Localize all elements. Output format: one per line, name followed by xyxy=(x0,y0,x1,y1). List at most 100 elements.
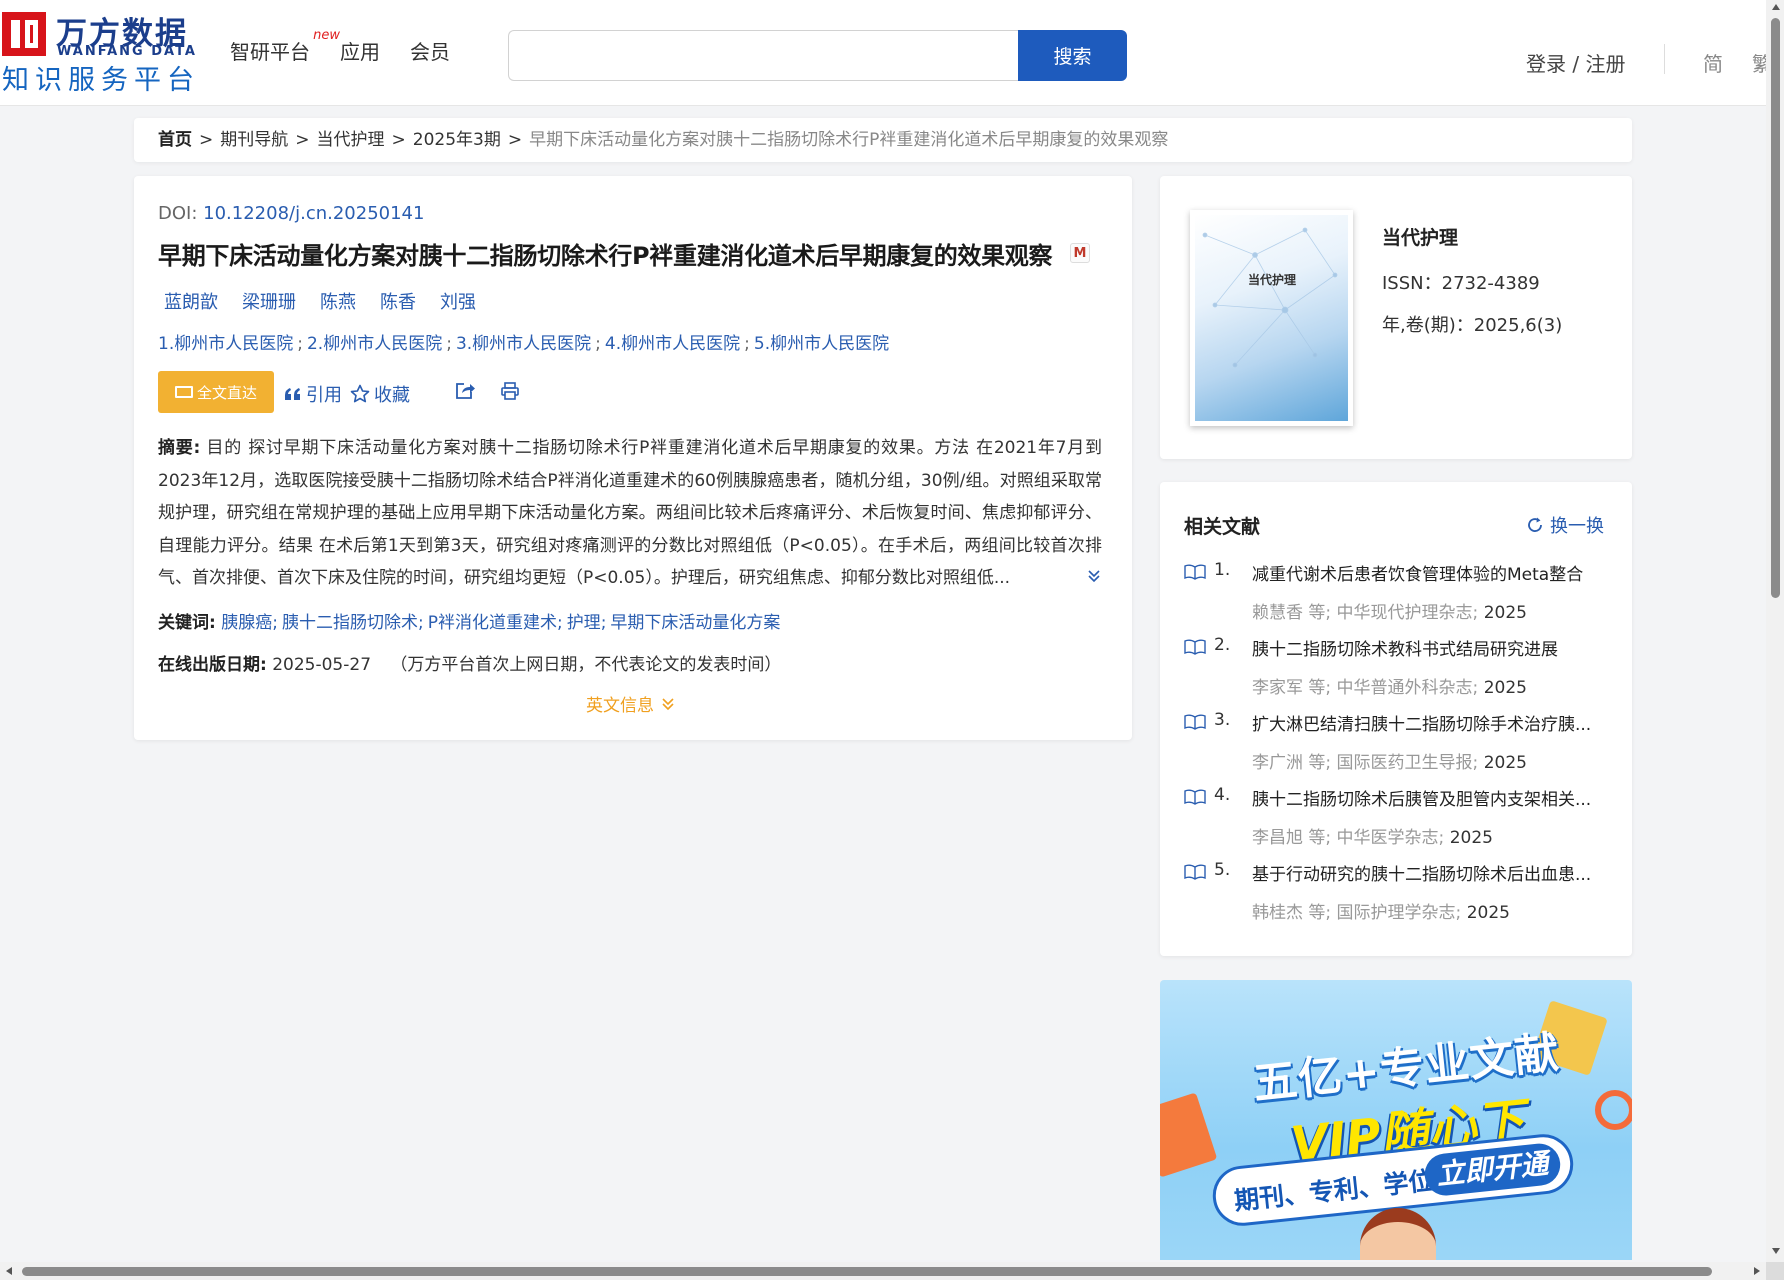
cite-label: 引用 xyxy=(306,385,342,406)
affiliation-link[interactable]: 1.柳州市人民医院 xyxy=(158,334,293,354)
journal-name-link[interactable]: 当代护理 xyxy=(1382,223,1458,250)
nav-apps[interactable]: 应用 xyxy=(340,36,380,65)
related-title-link[interactable]: 基于行动研究的胰十二指肠切除术后出血患... xyxy=(1252,860,1608,885)
related-title-link[interactable]: 胰十二指肠切除术教科书式结局研究进展 xyxy=(1252,635,1608,660)
open-book-icon xyxy=(1184,639,1206,655)
online-publish-date: 在线出版日期: 2025-05-27 （万方平台首次上网日期，不代表论文的发表时… xyxy=(158,650,781,675)
author-link[interactable]: 陈燕 xyxy=(320,288,356,314)
expand-abstract-button[interactable] xyxy=(1086,568,1102,586)
scroll-left-arrow-icon[interactable] xyxy=(6,1267,12,1275)
breadcrumb-home[interactable]: 首页 xyxy=(158,130,192,150)
logo-english: WANFANG DATA xyxy=(57,44,197,59)
related-meta: 李家军 等; 中华普通外科杂志; 2025 xyxy=(1252,673,1527,698)
vip-ad-banner[interactable]: 五亿+专业文献 VIP随心下 期刊、专利、学位 立即开通 xyxy=(1160,980,1632,1260)
wanfang-logo[interactable]: 万方数据 WANFANG DATA 知识服务平台 xyxy=(0,8,200,98)
author-link[interactable]: 刘强 xyxy=(440,288,476,314)
english-info-label: 英文信息 xyxy=(586,696,654,716)
keyword-link[interactable]: 早期下床活动量化方案 xyxy=(610,613,780,633)
journal-cover[interactable]: 当代护理 xyxy=(1190,210,1353,426)
login-register-link[interactable]: 登录 / 注册 xyxy=(1526,48,1625,77)
lang-traditional[interactable]: 繁 xyxy=(1752,48,1766,77)
affiliation-link[interactable]: 5.柳州市人民医院 xyxy=(754,334,889,354)
scroll-up-arrow-icon[interactable] xyxy=(1772,4,1780,10)
author-link[interactable]: 蓝朗歆 xyxy=(164,288,218,314)
network-pattern-icon xyxy=(1202,227,1338,368)
related-title-link[interactable]: 减重代谢术后患者饮食管理体验的Meta整合 xyxy=(1252,560,1608,585)
scrollbar-corner xyxy=(1766,1262,1784,1280)
related-journal[interactable]: 中华现代护理杂志 xyxy=(1337,603,1473,623)
keyword-link[interactable]: 护理 xyxy=(567,613,601,633)
double-chevron-down-icon xyxy=(662,697,674,710)
search-button[interactable]: 搜索 xyxy=(1018,30,1127,81)
keyword-list: 关键词: 胰腺癌; 胰十二指肠切除术; P袢消化道重建术; 护理; 早期下床活动量化方案 xyxy=(158,608,780,633)
related-journal[interactable]: 国际护理学杂志 xyxy=(1337,903,1456,923)
lang-simplified[interactable]: 简 xyxy=(1703,48,1723,77)
breadcrumb-separator: > xyxy=(199,130,214,150)
print-button[interactable] xyxy=(500,381,520,401)
fulltext-icon xyxy=(174,386,193,398)
keyword-separator: ; xyxy=(417,613,424,633)
affiliation-link[interactable]: 4.柳州市人民医院 xyxy=(605,334,740,354)
related-etal: 等; xyxy=(1308,903,1332,923)
related-title-link[interactable]: 胰十二指肠切除术后胰管及胆管内支架相关... xyxy=(1252,785,1608,810)
scroll-right-arrow-icon[interactable] xyxy=(1754,1267,1760,1275)
related-number: 4. xyxy=(1214,785,1231,805)
scroll-down-arrow-icon[interactable] xyxy=(1772,1248,1780,1254)
author-link[interactable]: 梁珊珊 xyxy=(242,288,296,314)
vertical-scroll-thumb[interactable] xyxy=(1771,18,1780,598)
pubdate-label: 在线出版日期: xyxy=(158,655,267,675)
related-author[interactable]: 韩桂杰 xyxy=(1252,903,1303,923)
related-item: 3. 扩大淋巴结清扫胰十二指肠切除手术治疗胰... 李广洲 等; 国际医药卫生导… xyxy=(1184,710,1608,785)
share-button[interactable] xyxy=(454,381,476,401)
metadata-m-icon[interactable]: M xyxy=(1070,243,1090,263)
keyword-link[interactable]: 胰十二指肠切除术 xyxy=(282,613,418,633)
related-meta: 韩桂杰 等; 国际护理学杂志; 2025 xyxy=(1252,898,1510,923)
open-book-icon xyxy=(1184,864,1206,880)
affiliation-link[interactable]: 3.柳州市人民医院 xyxy=(456,334,591,354)
refresh-button[interactable]: 换一换 xyxy=(1526,512,1604,538)
breadcrumb-journal[interactable]: 当代护理 xyxy=(317,130,385,150)
nav-zhiyan-platform[interactable]: 智研平台 new xyxy=(230,28,340,65)
favorite-label: 收藏 xyxy=(374,385,410,406)
affiliation-link[interactable]: 2.柳州市人民医院 xyxy=(307,334,442,354)
horizontal-scroll-thumb[interactable] xyxy=(22,1267,1712,1276)
related-journal[interactable]: 中华普通外科杂志 xyxy=(1337,678,1473,698)
refresh-label: 换一换 xyxy=(1550,516,1604,537)
pubdate-note: （万方平台首次上网日期，不代表论文的发表时间） xyxy=(390,655,782,675)
related-title-link[interactable]: 扩大淋巴结清扫胰十二指肠切除手术治疗胰... xyxy=(1252,710,1608,735)
share-icon xyxy=(456,383,475,399)
related-author[interactable]: 李家军 xyxy=(1252,678,1303,698)
affiliation-separator: ; xyxy=(744,334,750,354)
favorite-button[interactable]: 收藏 xyxy=(350,381,410,407)
related-author[interactable]: 赖慧香 xyxy=(1252,603,1303,623)
vertical-scrollbar[interactable] xyxy=(1766,0,1784,1262)
related-author[interactable]: 李昌旭 xyxy=(1252,828,1303,848)
paper-decoration-icon xyxy=(1160,1092,1218,1178)
related-etal: 等; xyxy=(1308,753,1332,773)
keyword-link[interactable]: 胰腺癌 xyxy=(221,613,272,633)
related-journal[interactable]: 中华医学杂志 xyxy=(1337,828,1439,848)
horizontal-scrollbar[interactable] xyxy=(0,1262,1766,1280)
related-journal[interactable]: 国际医药卫生导报 xyxy=(1337,753,1473,773)
search-input[interactable] xyxy=(508,30,1018,81)
breadcrumb-issue[interactable]: 2025年3期 xyxy=(413,130,501,150)
fulltext-button[interactable]: 全文直达 xyxy=(158,371,274,413)
author-link[interactable]: 陈香 xyxy=(380,288,416,314)
nav-membership[interactable]: 会员 xyxy=(410,36,450,65)
english-info-toggle[interactable]: 英文信息 xyxy=(586,691,676,716)
breadcrumb: 首页 > 期刊导航 > 当代护理 >2025年3期 > 早期下床活动量化方案对胰十二指肠切除术… xyxy=(134,118,1632,162)
related-number: 1. xyxy=(1214,560,1231,580)
keyword-link[interactable]: P袢消化道重建术 xyxy=(428,613,557,633)
cite-button[interactable]: 引用 xyxy=(284,381,342,407)
breadcrumb-journal-nav[interactable]: 期刊导航 xyxy=(220,130,288,150)
related-etal: 等; xyxy=(1308,603,1332,623)
related-year: 2025 xyxy=(1466,903,1510,923)
ad-cta[interactable]: 立即开通 xyxy=(1422,1141,1563,1198)
affiliation-separator: ; xyxy=(297,334,303,354)
open-book-icon xyxy=(1184,714,1206,730)
magnifier-decoration-icon xyxy=(1595,1090,1632,1130)
related-author[interactable]: 李广洲 xyxy=(1252,753,1303,773)
doi-link[interactable]: 10.12208/j.cn.20250141 xyxy=(203,203,424,224)
article-card: DOI: 10.12208/j.cn.20250141 早期下床活动量化方案对胰… xyxy=(134,176,1132,740)
related-sep: ; xyxy=(1455,903,1462,923)
